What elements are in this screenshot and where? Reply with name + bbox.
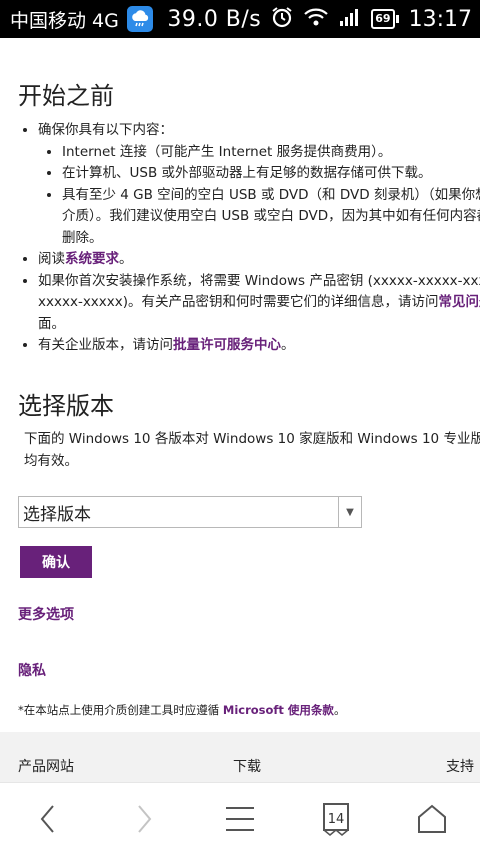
alarm-icon [271, 6, 293, 33]
sub-list: Internet 连接（可能产生 Internet 服务提供商费用）。 在计算机… [38, 142, 480, 250]
network-speed: 39.0 B/s [167, 6, 262, 32]
list-item-text: 有关企业版本，请访问 [38, 337, 173, 353]
footer-downloads-link[interactable]: 下载 [233, 756, 261, 776]
list-item: 确保你具有以下内容： Internet 连接（可能产生 Internet 服务提… [38, 120, 480, 249]
tab-count: 14 [328, 812, 345, 827]
more-options-link[interactable]: 更多选项 [18, 604, 74, 624]
weather-cloud-icon [126, 6, 153, 32]
forward-icon[interactable] [104, 783, 184, 855]
before-you-begin-heading: 开始之前 [18, 82, 114, 110]
confirm-button[interactable]: 确认 [20, 546, 92, 578]
browser-toolbar: 14 [0, 782, 480, 855]
web-content[interactable]: 开始之前 确保你具有以下内容： Internet 连接（可能产生 Interne… [0, 38, 480, 782]
menu-icon[interactable] [200, 783, 280, 855]
footer-products-link[interactable]: 产品网站 [18, 756, 74, 776]
list-item: 如果你首次安装操作系统，将需要 Windows 产品密钥 (xxxxx-xxxx… [38, 271, 480, 336]
edition-select-value: 选择版本 [23, 504, 91, 525]
volume-licensing-link[interactable]: 批量许可服务中心 [173, 337, 281, 353]
list-item: 具有至少 4 GB 空间的空白 USB 或 DVD（和 DVD 刻录机）（如果你… [62, 185, 480, 250]
terms-text: *在本站点上使用介质创建工具时应遵循 [18, 703, 223, 717]
site-footer: 产品网站 下载 支持 [0, 732, 480, 782]
list-item: 在计算机、USB 或外部驱动器上有足够的数据存储可供下载。 [62, 163, 480, 185]
punctuation: 。 [333, 703, 346, 717]
list-item: Internet 连接（可能产生 Internet 服务提供商费用）。 [62, 142, 480, 164]
system-requirements-link[interactable]: 系统要求 [65, 251, 119, 267]
list-item-text: 如果你首次安装操作系统，将需要 Windows 产品密钥 (xxxxx-xxxx… [38, 272, 480, 311]
chevron-down-icon[interactable]: ▼ [338, 497, 361, 527]
select-edition-heading: 选择版本 [18, 392, 114, 420]
requirements-list: 确保你具有以下内容： Internet 连接（可能产生 Internet 服务提… [18, 120, 480, 357]
terms-notice: *在本站点上使用介质创建工具时应遵循 Microsoft 使用条款。 [18, 702, 345, 718]
edition-select[interactable]: 选择版本 ▼ [18, 496, 362, 528]
home-icon[interactable] [392, 783, 472, 855]
punctuation: 。 [119, 251, 133, 267]
clock: 13:17 [408, 6, 472, 32]
privacy-link[interactable]: 隐私 [18, 660, 46, 680]
tabs-icon[interactable]: 14 [296, 783, 376, 855]
signal-icon [339, 7, 361, 32]
list-item-text: 确保你具有以下内容： [38, 122, 173, 138]
carrier-label: 中国移动 4G [10, 9, 119, 32]
punctuation: 。 [281, 337, 295, 353]
faq-link[interactable]: 常见问题 [439, 294, 480, 310]
wifi-icon [303, 7, 329, 32]
battery-level: 69 [371, 9, 395, 29]
terms-of-use-link[interactable]: Microsoft 使用条款 [223, 703, 334, 717]
edition-description: 下面的 Windows 10 各版本对 Windows 10 家庭版和 Wind… [24, 431, 480, 469]
list-item: 阅读系统要求。 [38, 249, 480, 271]
footer-support-link[interactable]: 支持 [446, 756, 474, 776]
status-bar: 中国移动 4G 39.0 B/s 69 13:17 [0, 0, 480, 38]
list-item-text: 阅读 [38, 251, 65, 267]
battery-icon: 69 [371, 9, 399, 29]
list-item: 有关企业版本，请访问批量许可服务中心。 [38, 335, 480, 357]
back-icon[interactable] [8, 783, 88, 855]
